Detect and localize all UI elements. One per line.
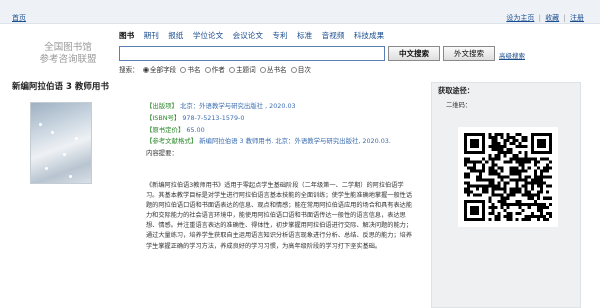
top-bar: 首页 设为主页 | 收藏 | 注册 (0, 0, 600, 24)
isbn-label: 【ISBN号】 (146, 113, 181, 122)
radio-subject[interactable] (228, 67, 235, 73)
register-link[interactable]: 注册 (570, 14, 584, 22)
isbn-row: 【ISBN号】 978-7-5213-1579-0 (146, 114, 416, 123)
search-label: 搜索： (119, 66, 139, 74)
home-link[interactable]: 首页 (12, 13, 26, 23)
top-links: 设为主页 | 收藏 | 注册 (506, 14, 584, 22)
tab-conference-papers[interactable]: 会议论文 (233, 30, 263, 41)
search-field-options: 搜索： 全部字段 书名 作者 主题词 丛书名 目次 (119, 64, 311, 74)
radio-all-fields[interactable] (142, 67, 149, 73)
publisher-row: 【出版项】 北京：外语教学与研究出版社 , 2020.03 (146, 102, 416, 111)
option-subject: 主题词 (235, 66, 256, 74)
foreign-search-button[interactable]: 外文搜索 (443, 46, 495, 61)
advanced-search-link[interactable]: 高级搜索 (499, 50, 525, 60)
tab-journals[interactable]: 期刊 (144, 30, 159, 41)
intro-label: 内容提要： (146, 149, 178, 158)
qr-label: 二维码： (446, 102, 472, 109)
option-all-fields: 全部字段 (149, 66, 177, 74)
book-cover-image (30, 102, 92, 184)
search-input[interactable] (119, 46, 385, 61)
publisher-value[interactable]: 北京：外语教学与研究出版社 , 2020.03 (180, 102, 296, 110)
tab-standards[interactable]: 标准 (297, 30, 312, 41)
option-toc: 目次 (297, 66, 311, 74)
reference-row: 【参考文献格式】 新编阿拉伯语 3 教师用书. 北京：外语教学与研究出版社, 2… (146, 137, 416, 146)
access-sidebar: 获取途径： 二维码： (431, 82, 581, 308)
option-series: 丛书名 (266, 66, 287, 74)
book-summary: 《新编阿拉伯语3教师用书》适用于零起点学生基础阶段（二年级第一、二学期）的阿拉伯… (146, 182, 413, 250)
book-metadata: 【出版项】 北京：外语教学与研究出版社 , 2020.03 【ISBN号】 97… (146, 102, 416, 161)
reference-value: 新编阿拉伯语 3 教师用书. 北京：外语教学与研究出版社, 2020.03. (199, 137, 391, 146)
radio-title[interactable] (180, 67, 187, 73)
radio-series[interactable] (259, 67, 266, 73)
price-value: 65.00 (186, 125, 205, 134)
tab-audio-video[interactable]: 音视频 (322, 30, 345, 41)
set-homepage-link[interactable]: 设为主页 (506, 14, 534, 22)
tab-theses[interactable]: 学位论文 (193, 30, 223, 41)
tab-newspapers[interactable]: 报纸 (168, 30, 183, 41)
tab-research-results[interactable]: 科技成果 (354, 30, 384, 41)
favorite-link[interactable]: 收藏 (545, 14, 559, 22)
chinese-search-button[interactable]: 中文搜索 (388, 46, 440, 61)
logo-line-1: 全国图书馆 (44, 42, 92, 53)
qr-code-image (458, 127, 558, 227)
site-logo[interactable]: 全国图书馆 参考咨询联盟 (22, 42, 114, 66)
radio-author[interactable] (204, 67, 211, 73)
price-label: 【原书定价】 (146, 125, 185, 134)
logo-line-2: 参考咨询联盟 (39, 54, 97, 65)
access-heading: 获取途径： (438, 86, 474, 95)
category-tabs: 图书 期刊 报纸 学位论文 会议论文 专利 标准 音视频 科技成果 (119, 30, 391, 41)
isbn-value: 978-7-5213-1579-0 (182, 113, 245, 122)
tab-patents[interactable]: 专利 (272, 30, 287, 41)
option-title: 书名 (187, 66, 201, 74)
reference-label: 【参考文献格式】 (146, 137, 198, 146)
tab-books[interactable]: 图书 (119, 30, 134, 41)
price-row: 【原书定价】 65.00 (146, 126, 416, 135)
book-title: 新编阿拉伯语 3 教师用书 (12, 82, 109, 92)
option-author: 作者 (211, 66, 225, 74)
publisher-label: 【出版项】 (146, 102, 178, 110)
radio-toc[interactable] (290, 67, 297, 73)
